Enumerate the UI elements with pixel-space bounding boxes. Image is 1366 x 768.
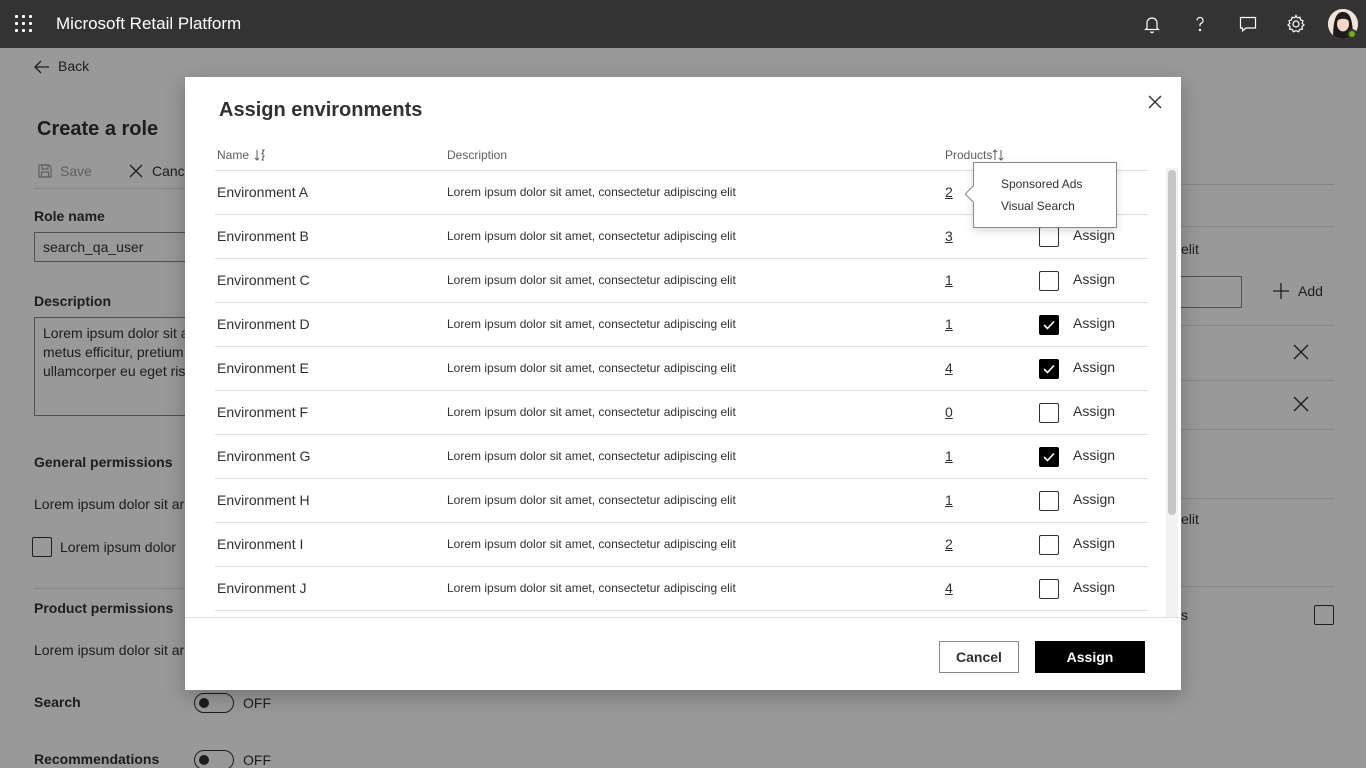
- table-row: Environment E Lorem ipsum dolor sit amet…: [215, 347, 1148, 391]
- callout-product-item: Sponsored Ads: [1001, 177, 1083, 191]
- environment-description: Lorem ipsum dolor sit amet, consectetur …: [447, 273, 736, 287]
- assign-checkbox-label: Assign: [1073, 579, 1116, 595]
- products-count-link[interactable]: 1: [945, 448, 953, 464]
- assign-checkbox[interactable]: [1039, 315, 1059, 335]
- callout-product-item: Visual Search: [1001, 199, 1075, 213]
- environment-description: Lorem ipsum dolor sit amet, consectetur …: [447, 405, 736, 419]
- scrollbar-thumb[interactable]: [1168, 170, 1176, 515]
- assign-checkbox-label: Assign: [1073, 271, 1116, 287]
- products-count-link[interactable]: 4: [945, 360, 953, 376]
- products-callout: Sponsored Ads Visual Search: [964, 162, 1117, 228]
- sort-icon: [993, 149, 1004, 161]
- app-launcher-icon[interactable]: [15, 15, 32, 32]
- environment-description: Lorem ipsum dolor sit amet, consectetur …: [447, 317, 736, 331]
- environments-table: Environment A Lorem ipsum dolor sit amet…: [215, 171, 1148, 617]
- top-bar: Microsoft Retail Platform: [0, 0, 1366, 48]
- assign-checkbox-label: Assign: [1073, 359, 1116, 375]
- assign-checkbox-label: Assign: [1073, 403, 1116, 419]
- assign-checkbox[interactable]: [1039, 447, 1059, 467]
- environment-name: Environment H: [217, 492, 310, 508]
- cancel-button[interactable]: Cancel: [939, 641, 1019, 673]
- assign-checkbox[interactable]: [1039, 535, 1059, 555]
- environment-name: Environment E: [217, 360, 309, 376]
- environment-name: Environment F: [217, 404, 309, 420]
- environment-description: Lorem ipsum dolor sit amet, consectetur …: [447, 185, 736, 199]
- sort-ascending-icon: [255, 149, 266, 161]
- assign-checkbox[interactable]: [1039, 271, 1059, 291]
- column-header-description: Description: [447, 148, 508, 162]
- assign-checkbox[interactable]: [1039, 579, 1059, 599]
- assign-checkbox[interactable]: [1039, 491, 1059, 511]
- table-row: Environment J Lorem ipsum dolor sit amet…: [215, 567, 1148, 611]
- environment-description: Lorem ipsum dolor sit amet, consectetur …: [447, 537, 736, 551]
- settings-gear-icon[interactable]: [1284, 12, 1308, 36]
- column-header-products-label: Products: [945, 148, 993, 162]
- products-count-link[interactable]: 2: [945, 536, 953, 552]
- column-header-products[interactable]: Products: [945, 148, 1004, 162]
- app-title: Microsoft Retail Platform: [56, 14, 242, 33]
- assign-checkbox[interactable]: [1039, 227, 1059, 247]
- environment-description: Lorem ipsum dolor sit amet, consectetur …: [447, 493, 736, 507]
- products-count-link[interactable]: 4: [945, 580, 953, 596]
- products-count-link[interactable]: 2: [945, 184, 953, 200]
- assign-checkbox-label: Assign: [1073, 227, 1116, 243]
- table-row: Environment I Lorem ipsum dolor sit amet…: [215, 523, 1148, 567]
- environment-name: Environment D: [217, 316, 310, 332]
- products-count-link[interactable]: 1: [945, 316, 953, 332]
- environment-name: Environment B: [217, 228, 309, 244]
- column-header-name[interactable]: Name: [217, 148, 266, 162]
- dialog-title: Assign environments: [219, 99, 423, 121]
- help-icon[interactable]: [1188, 12, 1212, 36]
- products-count-link[interactable]: 3: [945, 228, 953, 244]
- products-count-link[interactable]: 1: [945, 492, 953, 508]
- table-row: Environment C Lorem ipsum dolor sit amet…: [215, 259, 1148, 303]
- feedback-icon[interactable]: [1236, 12, 1260, 36]
- table-scrollbar[interactable]: [1166, 168, 1178, 618]
- assign-checkbox-label: Assign: [1073, 315, 1116, 331]
- environment-name: Environment I: [217, 536, 304, 552]
- environment-description: Lorem ipsum dolor sit amet, consectetur …: [447, 449, 736, 463]
- assign-checkbox[interactable]: [1039, 359, 1059, 379]
- environment-name: Environment G: [217, 448, 311, 464]
- assign-checkbox-label: Assign: [1073, 491, 1116, 507]
- assign-button[interactable]: Assign: [1035, 641, 1145, 673]
- assign-checkbox-label: Assign: [1073, 535, 1116, 551]
- environment-description: Lorem ipsum dolor sit amet, consectetur …: [447, 229, 736, 243]
- footer-divider: [185, 617, 1181, 618]
- assign-checkbox-label: Assign: [1073, 447, 1116, 463]
- table-row: Environment H Lorem ipsum dolor sit amet…: [215, 479, 1148, 523]
- assign-checkbox[interactable]: [1039, 403, 1059, 423]
- products-count-link[interactable]: 1: [945, 272, 953, 288]
- column-header-name-label: Name: [217, 148, 250, 162]
- environment-name: Environment C: [217, 272, 310, 288]
- environment-description: Lorem ipsum dolor sit amet, consectetur …: [447, 361, 736, 375]
- environment-name: Environment J: [217, 580, 307, 596]
- checkmark-icon: [1043, 320, 1055, 330]
- close-icon[interactable]: [1147, 94, 1163, 110]
- checkmark-icon: [1043, 364, 1055, 374]
- environment-description: Lorem ipsum dolor sit amet, consectetur …: [447, 581, 736, 595]
- notification-bell-icon[interactable]: [1140, 12, 1164, 36]
- table-row: Environment F Lorem ipsum dolor sit amet…: [215, 391, 1148, 435]
- checkmark-icon: [1043, 452, 1055, 462]
- table-row: Environment G Lorem ipsum dolor sit amet…: [215, 435, 1148, 479]
- environment-name: Environment A: [217, 184, 309, 200]
- table-row: Environment D Lorem ipsum dolor sit amet…: [215, 303, 1148, 347]
- products-count-link[interactable]: 0: [945, 404, 953, 420]
- presence-status-icon: [1347, 29, 1357, 39]
